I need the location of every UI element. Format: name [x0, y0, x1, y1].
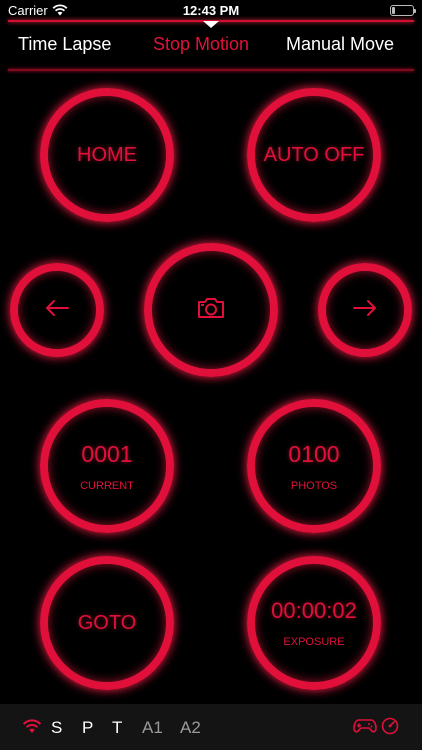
photos-value: 0100 [288, 440, 340, 467]
active-tab-indicator [203, 21, 219, 28]
gamepad-icon[interactable] [353, 718, 377, 739]
wifi-icon [22, 718, 42, 739]
current-label: CURRENT [80, 479, 134, 492]
current-frame-button[interactable]: 0001 CURRENT [40, 399, 174, 533]
shutter-button[interactable] [144, 243, 278, 377]
goto-button[interactable]: GOTO [40, 556, 174, 690]
next-frame-button[interactable] [318, 263, 412, 357]
tab-divider [8, 69, 414, 71]
battery-icon [390, 5, 416, 16]
clock: 12:43 PM [182, 3, 240, 18]
tab-stop-motion[interactable]: Stop Motion [153, 34, 249, 55]
home-label: HOME [77, 143, 137, 166]
speedometer-icon[interactable] [381, 717, 399, 740]
auto-off-label: AUTO OFF [263, 143, 365, 166]
exposure-button[interactable]: 00:00:02 EXPOSURE [247, 556, 381, 690]
home-button[interactable]: HOME [40, 88, 174, 222]
camera-icon [196, 296, 226, 325]
auto-off-button[interactable]: AUTO OFF [247, 88, 381, 222]
current-value: 0001 [81, 440, 133, 467]
arrow-right-icon [352, 299, 378, 322]
status-bar: Carrier 12:43 PM [0, 0, 422, 22]
mode-p[interactable]: P [82, 718, 93, 738]
battery-fill [392, 7, 395, 14]
goto-label: GOTO [77, 611, 137, 634]
mode-t[interactable]: T [112, 718, 122, 738]
tab-time-lapse[interactable]: Time Lapse [18, 34, 111, 55]
bottom-status-bar: S P T A1 A2 [0, 704, 422, 750]
mode-s[interactable]: S [51, 718, 62, 738]
arrow-left-icon [44, 299, 70, 322]
tab-manual-move[interactable]: Manual Move [286, 34, 394, 55]
mode-a2[interactable]: A2 [180, 718, 201, 738]
photos-label: PHOTOS [290, 479, 338, 492]
previous-frame-button[interactable] [10, 263, 104, 357]
mode-a1[interactable]: A1 [142, 718, 163, 738]
exposure-label: EXPOSURE [283, 636, 345, 648]
photos-count-button[interactable]: 0100 PHOTOS [247, 399, 381, 533]
mode-tabs: Time Lapse Stop Motion Manual Move [0, 34, 422, 62]
exposure-value: 00:00:02 [271, 598, 357, 623]
